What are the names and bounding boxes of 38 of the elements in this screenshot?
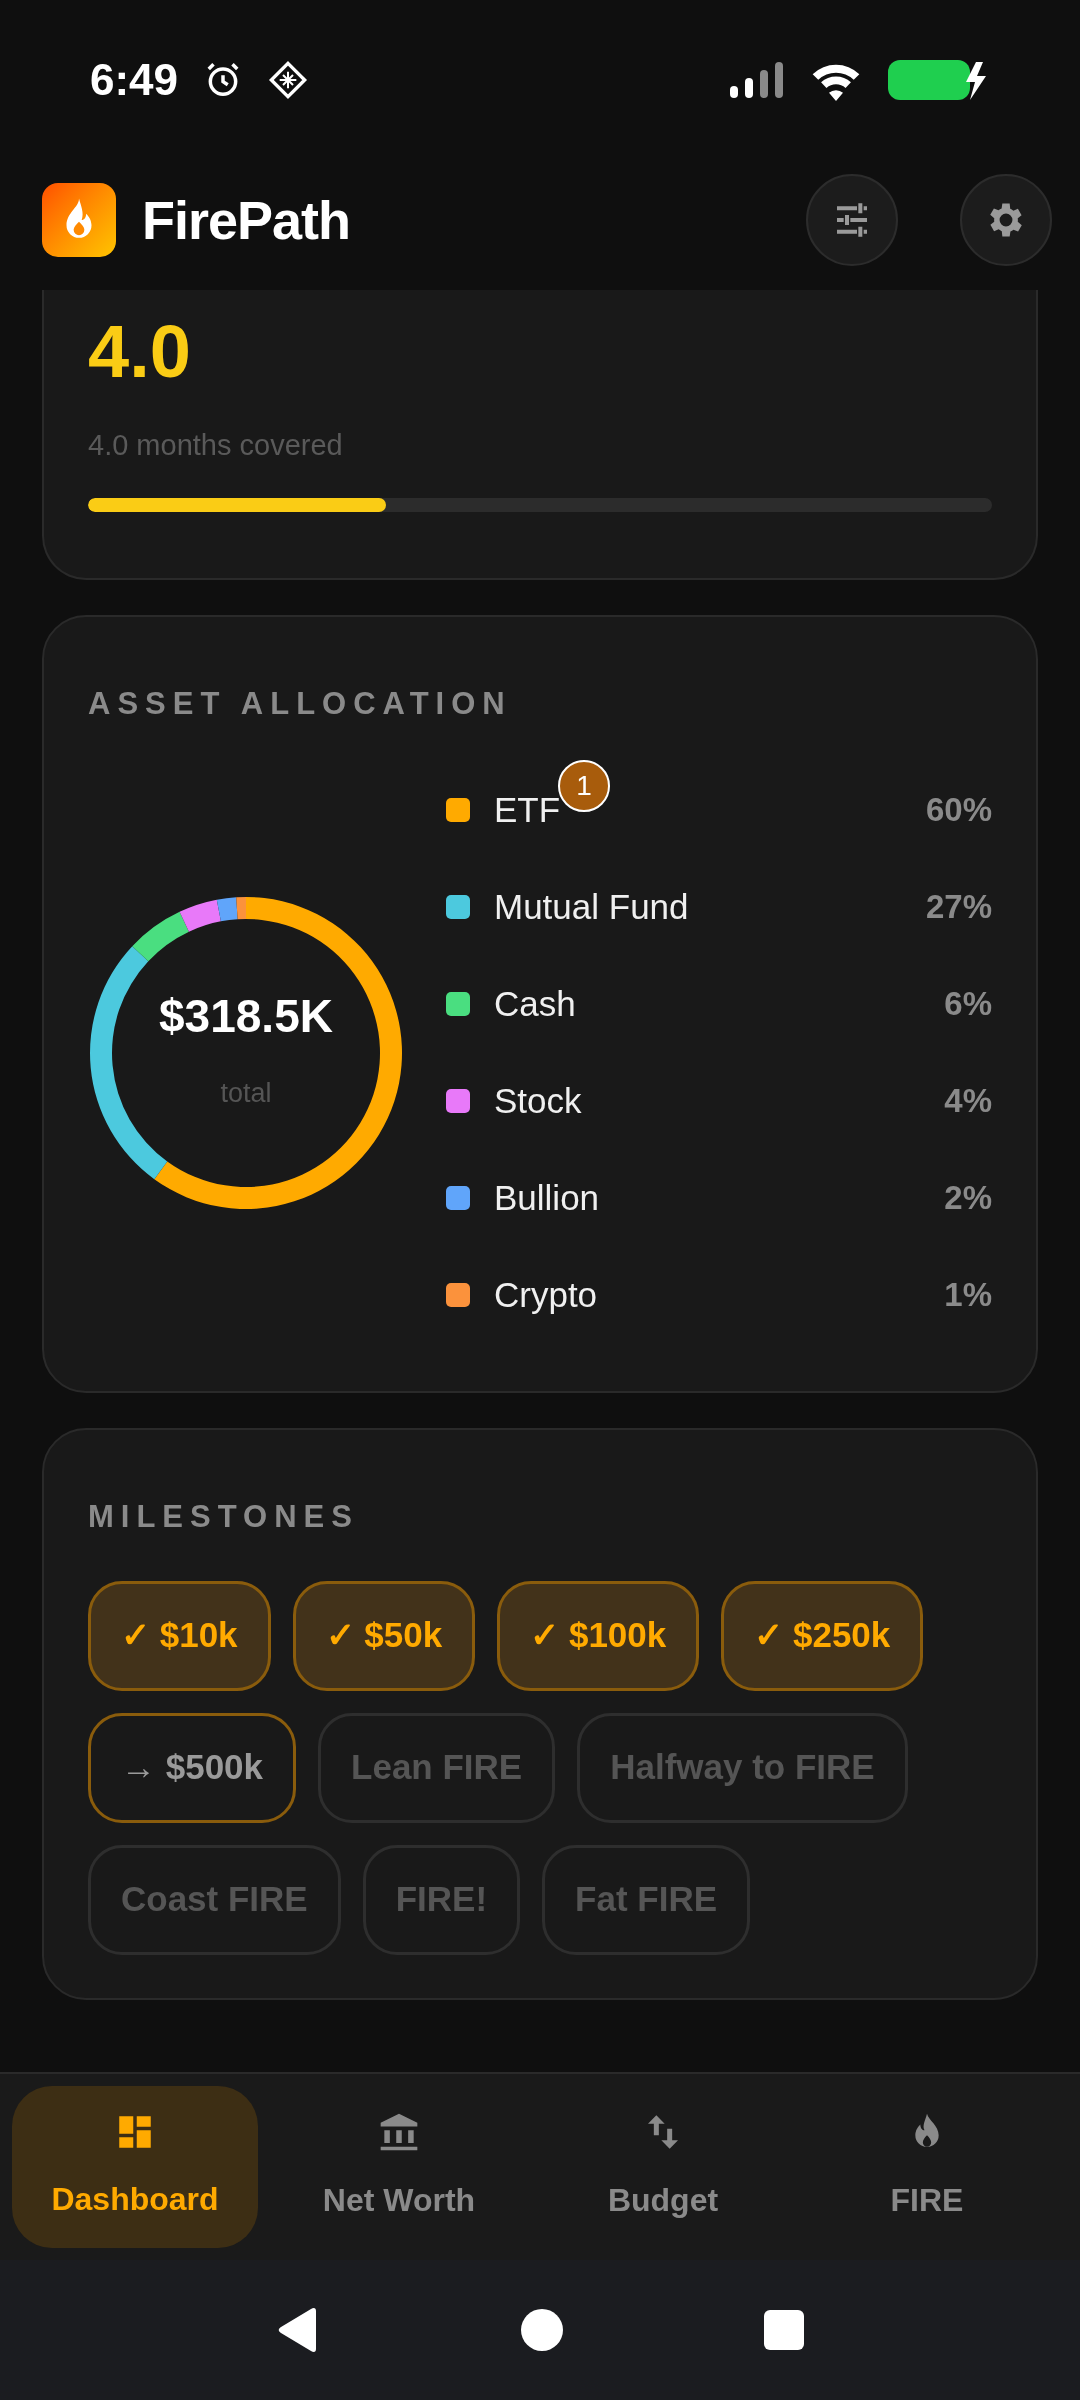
legend-percent: 27% (925, 887, 992, 928)
nav-tab[interactable]: Budget (540, 2086, 786, 2248)
nav-tab[interactable]: FIRE (804, 2086, 1050, 2248)
legend-percent: 4% (944, 1081, 992, 1122)
milestone-chip: ✓ $10k (88, 1580, 271, 1691)
milestone-chip: ✓ $50k (292, 1580, 476, 1691)
touch-marker: 1 (558, 759, 610, 812)
legend-label: Mutual Fund (494, 885, 689, 928)
nav-tab[interactable]: Net Worth (276, 2086, 522, 2248)
legend-percent: 2% (944, 1178, 992, 1219)
milestone-chip: ✓ $100k (497, 1580, 700, 1691)
milestone-chip: Fat FIRE (542, 1844, 751, 1955)
status-time: 6:49 (90, 54, 179, 106)
signal-icon (728, 60, 786, 100)
milestone-chip: ✓ $250k (721, 1580, 924, 1691)
legend-percent: 60% (925, 790, 992, 831)
nav-tab[interactable]: Dashboard (12, 2086, 258, 2248)
months-value: 4.0 (88, 312, 191, 392)
total-value: $318.5K (159, 988, 333, 1044)
milestone-chip: Coast FIRE (88, 1844, 341, 1955)
legend-percent: 1% (944, 1275, 992, 1316)
legend-label: Crypto (494, 1273, 598, 1316)
milestone-chip: FIRE! (362, 1844, 521, 1955)
milestone-chip: Halfway to FIRE (577, 1712, 908, 1823)
legend-label: Cash (494, 982, 576, 1025)
milestone-chip: → $500k (88, 1712, 297, 1823)
total-caption: total (220, 1076, 272, 1110)
section-title: ASSET ALLOCATION (88, 685, 512, 723)
diamond-icon (268, 60, 309, 100)
legend-label: Bullion (494, 1176, 600, 1219)
app-title: FirePath (142, 188, 351, 252)
legend-label: Stock (494, 1079, 582, 1122)
home-icon[interactable] (520, 2308, 564, 2352)
section-title: MILESTONES (88, 1498, 359, 1536)
milestone-chip: Lean FIRE (318, 1712, 556, 1823)
legend-label: ETF (494, 788, 561, 831)
legend-percent: 6% (944, 984, 992, 1025)
months-caption: 4.0 months covered (88, 428, 343, 463)
